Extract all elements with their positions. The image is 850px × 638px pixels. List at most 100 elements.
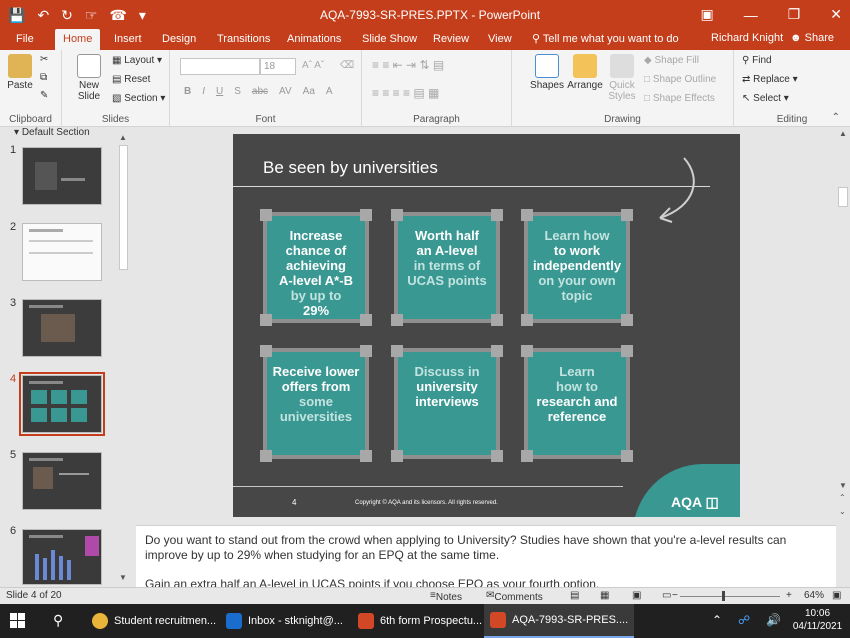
reading-view-icon[interactable]: ▣: [632, 590, 641, 601]
arrange-button[interactable]: Arrange: [566, 54, 604, 91]
shapes-button[interactable]: Shapes: [530, 54, 564, 91]
zoom-in-icon[interactable]: +: [786, 590, 792, 601]
shadow-button[interactable]: S: [234, 86, 241, 97]
slide-thumbnail-2[interactable]: [22, 223, 102, 281]
paste-button[interactable]: Paste: [4, 54, 36, 91]
tell-me-box[interactable]: ⚲ Tell me what you want to do: [532, 32, 679, 45]
benefit-box[interactable]: Worth half an A-level in terms of UCAS p…: [391, 209, 503, 326]
tab-file[interactable]: File: [8, 29, 42, 50]
taskbar-item-active[interactable]: AQA-7993-SR-PRES....: [484, 604, 635, 638]
normal-view-icon[interactable]: ▤: [570, 590, 579, 601]
align-icons[interactable]: ≡ ≡ ≡ ≡ ▤ ▦: [372, 86, 439, 100]
tab-design[interactable]: Design: [154, 29, 204, 50]
fit-slide-icon[interactable]: ▣: [832, 590, 841, 601]
slide-thumbnail-5[interactable]: [22, 452, 102, 510]
char-spacing-button[interactable]: AV: [279, 86, 292, 97]
customize-icon[interactable]: ▾: [139, 8, 146, 22]
strikethrough-button[interactable]: abc: [252, 86, 268, 97]
share-button[interactable]: ☻ Share: [790, 32, 834, 44]
collapse-ribbon-icon[interactable]: ⌃: [832, 112, 840, 123]
cut-icon[interactable]: ✂: [40, 54, 48, 65]
system-clock[interactable]: 10:06 04/11/2021: [790, 607, 845, 633]
font-size-box[interactable]: 18: [260, 58, 296, 75]
taskbar-item[interactable]: 6th form Prospectu...: [352, 604, 488, 638]
replace-button[interactable]: ⇄ Replace ▾: [742, 74, 798, 85]
benefit-box[interactable]: Learn how to research and reference: [521, 345, 633, 462]
slide-thumbnail-1[interactable]: [22, 147, 102, 205]
shape-effects-button[interactable]: □ Shape Effects: [644, 93, 715, 104]
restore-icon[interactable]: ❐: [788, 6, 801, 23]
section-header[interactable]: ▾ Default Section: [14, 127, 90, 138]
benefit-box[interactable]: Discuss in university interviews: [391, 345, 503, 462]
find-button[interactable]: ⚲ Find: [742, 55, 772, 66]
save-icon[interactable]: 💾: [8, 8, 25, 22]
touch-mode-icon[interactable]: ☞: [85, 8, 98, 22]
slide-scroll-thumb[interactable]: [838, 187, 848, 207]
user-name[interactable]: Richard Knight: [711, 32, 783, 44]
slideshow-icon[interactable]: ▭: [662, 590, 671, 601]
bold-button[interactable]: B: [184, 86, 191, 97]
close-icon[interactable]: ✕: [830, 6, 842, 23]
benefit-box[interactable]: Receive lower offers from some universit…: [260, 345, 372, 462]
comments-toggle[interactable]: ✉ Comments: [486, 590, 543, 603]
layout-button[interactable]: ▦ Layout ▾: [112, 55, 162, 66]
zoom-slider-knob[interactable]: [722, 591, 725, 601]
grow-font-icon[interactable]: Aˆ Aˇ: [302, 60, 324, 71]
copy-icon[interactable]: ⧉: [40, 72, 47, 83]
volume-icon[interactable]: 🔊: [766, 613, 781, 627]
slide-scrollbar[interactable]: ▲ ▼ ⌃ ⌄: [836, 127, 850, 525]
tab-home[interactable]: Home: [55, 29, 101, 50]
slide-title[interactable]: Be seen by universities: [263, 158, 438, 178]
next-slide-icon[interactable]: ⌄: [839, 507, 846, 516]
scroll-up-icon[interactable]: ▲: [839, 129, 847, 138]
thumbnail-scrollbar[interactable]: ▲ ▼: [118, 133, 129, 583]
current-slide[interactable]: Be seen by universities Increase chance …: [233, 134, 740, 517]
tray-expand-icon[interactable]: ⌃: [712, 613, 722, 627]
ribbon-display-icon[interactable]: ▣: [700, 6, 713, 23]
italic-button[interactable]: I: [202, 86, 205, 97]
tab-view[interactable]: View: [480, 29, 520, 50]
scroll-up-icon[interactable]: ▲: [119, 133, 127, 142]
section-button[interactable]: ▧ Section ▾: [112, 93, 165, 104]
reset-button[interactable]: ▤ Reset: [112, 74, 150, 85]
shape-fill-button[interactable]: ◆ Shape Fill: [644, 55, 699, 66]
benefit-box[interactable]: Learn how to work independently on your …: [521, 209, 633, 326]
shape-outline-button[interactable]: □ Shape Outline: [644, 74, 716, 85]
change-case-button[interactable]: Aa: [303, 86, 315, 97]
clear-format-icon[interactable]: ⌫: [340, 60, 354, 71]
zoom-level[interactable]: 64%: [804, 590, 824, 601]
select-button[interactable]: ↖ Select ▾: [742, 93, 789, 104]
taskbar-item[interactable]: Inbox - stknight@...: [220, 604, 349, 638]
search-icon[interactable]: ⚲: [53, 612, 63, 629]
tab-insert[interactable]: Insert: [106, 29, 150, 50]
slide-sorter-icon[interactable]: ▦: [600, 590, 609, 601]
font-color-button[interactable]: A: [326, 86, 333, 97]
quick-styles-button[interactable]: Quick Styles: [604, 54, 640, 102]
tab-slide-show[interactable]: Slide Show: [354, 29, 425, 50]
redo-icon[interactable]: ↻: [61, 8, 73, 22]
notes-toggle[interactable]: ≡ Notes: [430, 590, 462, 603]
zoom-slider[interactable]: [680, 596, 780, 597]
tab-review[interactable]: Review: [425, 29, 477, 50]
tab-transitions[interactable]: Transitions: [209, 29, 278, 50]
zoom-out-icon[interactable]: −: [672, 590, 678, 601]
prev-slide-icon[interactable]: ⌃: [839, 493, 846, 502]
tab-animations[interactable]: Animations: [279, 29, 349, 50]
scroll-down-icon[interactable]: ▼: [839, 481, 847, 490]
notes-pane[interactable]: Do you want to stand out from the crowd …: [136, 525, 836, 587]
format-painter-icon[interactable]: ✎: [40, 90, 48, 101]
slide-thumbnail-3[interactable]: [22, 299, 102, 357]
scroll-down-icon[interactable]: ▼: [119, 573, 127, 582]
benefit-box[interactable]: Increase chance of achieving A-level A*-…: [260, 209, 372, 326]
font-name-box[interactable]: [180, 58, 260, 75]
undo-icon[interactable]: ↶: [37, 8, 49, 22]
bullets-icon[interactable]: ≡ ≡ ⇤ ⇥ ⇅ ▤: [372, 58, 444, 72]
slide-thumbnail-4[interactable]: [19, 372, 105, 436]
slide-thumbnail-6[interactable]: [22, 529, 102, 585]
windows-start-icon[interactable]: [10, 613, 26, 629]
presenter-icon[interactable]: ☎: [109, 8, 126, 22]
taskbar-item[interactable]: Student recruitmen...: [86, 604, 222, 638]
new-slide-button[interactable]: New Slide: [72, 54, 106, 102]
underline-button[interactable]: U: [216, 86, 223, 97]
thumbnail-scroll-thumb[interactable]: [119, 145, 128, 270]
